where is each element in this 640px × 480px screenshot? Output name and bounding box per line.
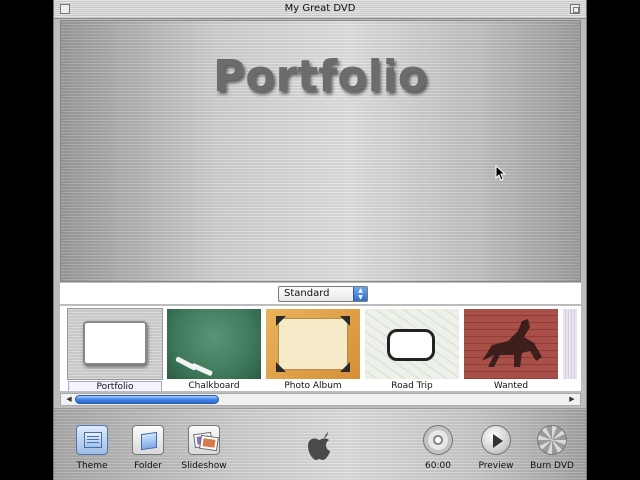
- scroll-right-icon[interactable]: ▶: [566, 394, 578, 405]
- disc-status: 60:00: [408, 425, 468, 471]
- mouse-cursor-icon: [495, 165, 507, 181]
- menu-preview[interactable]: Portfolio: [60, 20, 581, 282]
- portfolio-thumbnail: [67, 308, 163, 380]
- theme-thumb-wanted[interactable]: Wanted: [464, 309, 558, 391]
- theme-category-bar: Standard ▲ ▼: [60, 283, 581, 305]
- slideshow-button[interactable]: Slideshow: [174, 425, 234, 471]
- theme-thumb-chalkboard[interactable]: Chalkboard: [167, 309, 261, 391]
- scrollbar-thumb[interactable]: [75, 395, 219, 404]
- window-title: My Great DVD: [284, 3, 356, 14]
- thumbnail-scrollbar[interactable]: ◀ ▶: [60, 393, 581, 406]
- slideshow-button-label: Slideshow: [181, 461, 227, 471]
- preview-button[interactable]: Preview: [466, 425, 526, 471]
- theme-thumb-road-trip[interactable]: Road Trip: [365, 309, 459, 391]
- theme-button[interactable]: Theme: [62, 425, 122, 471]
- idvd-window: My Great DVD Portfolio Standard ▲ ▼ Portf…: [53, 0, 587, 480]
- slideshow-icon: [188, 425, 220, 455]
- theme-button-label: Theme: [76, 461, 108, 471]
- scroll-left-icon[interactable]: ◀: [63, 394, 75, 405]
- theme-thumb-partial[interactable]: [563, 309, 577, 389]
- burn-dvd-button-label: Burn DVD: [530, 461, 574, 471]
- theme-thumb-photo-album[interactable]: Photo Album: [266, 309, 360, 391]
- theme-category-value: Standard: [284, 288, 330, 299]
- play-icon: [481, 425, 511, 455]
- theme-thumbnail-strip: Portfolio Chalkboard Photo Album Road Tr…: [60, 306, 581, 391]
- folder-button-label: Folder: [134, 461, 162, 471]
- theme-label: Wanted: [493, 381, 529, 391]
- theme-category-select[interactable]: Standard ▲ ▼: [278, 286, 368, 302]
- title-bar[interactable]: My Great DVD: [54, 0, 586, 19]
- zoom-window-button[interactable]: [570, 4, 580, 14]
- apple-logo: [308, 432, 330, 460]
- partial-thumbnail: [563, 309, 577, 379]
- photo-album-thumbnail: [266, 309, 360, 379]
- disc-icon: [423, 425, 453, 455]
- cowboy-silhouette-icon: [482, 319, 542, 367]
- theme-label: Photo Album: [284, 381, 342, 391]
- theme-panel-icon: [76, 425, 108, 455]
- preview-title[interactable]: Portfolio: [61, 51, 580, 102]
- chalkboard-thumbnail: [167, 309, 261, 379]
- burn-dvd-button[interactable]: Burn DVD: [522, 425, 582, 471]
- bottom-toolbar: Theme Folder Slideshow 60:00 Preview Bur…: [54, 408, 586, 480]
- disc-duration-label: 60:00: [425, 461, 451, 471]
- folder-icon: [132, 425, 164, 455]
- popup-arrows-icon: ▲ ▼: [353, 287, 367, 301]
- burn-icon: [537, 425, 567, 455]
- folder-button[interactable]: Folder: [118, 425, 178, 471]
- theme-label: Portfolio: [68, 381, 162, 391]
- theme-thumb-portfolio[interactable]: Portfolio: [67, 308, 163, 391]
- theme-label: Chalkboard: [188, 381, 240, 391]
- wanted-thumbnail: [464, 309, 558, 379]
- road-trip-thumbnail: [365, 309, 459, 379]
- preview-button-label: Preview: [478, 461, 514, 471]
- theme-label: Road Trip: [391, 381, 433, 391]
